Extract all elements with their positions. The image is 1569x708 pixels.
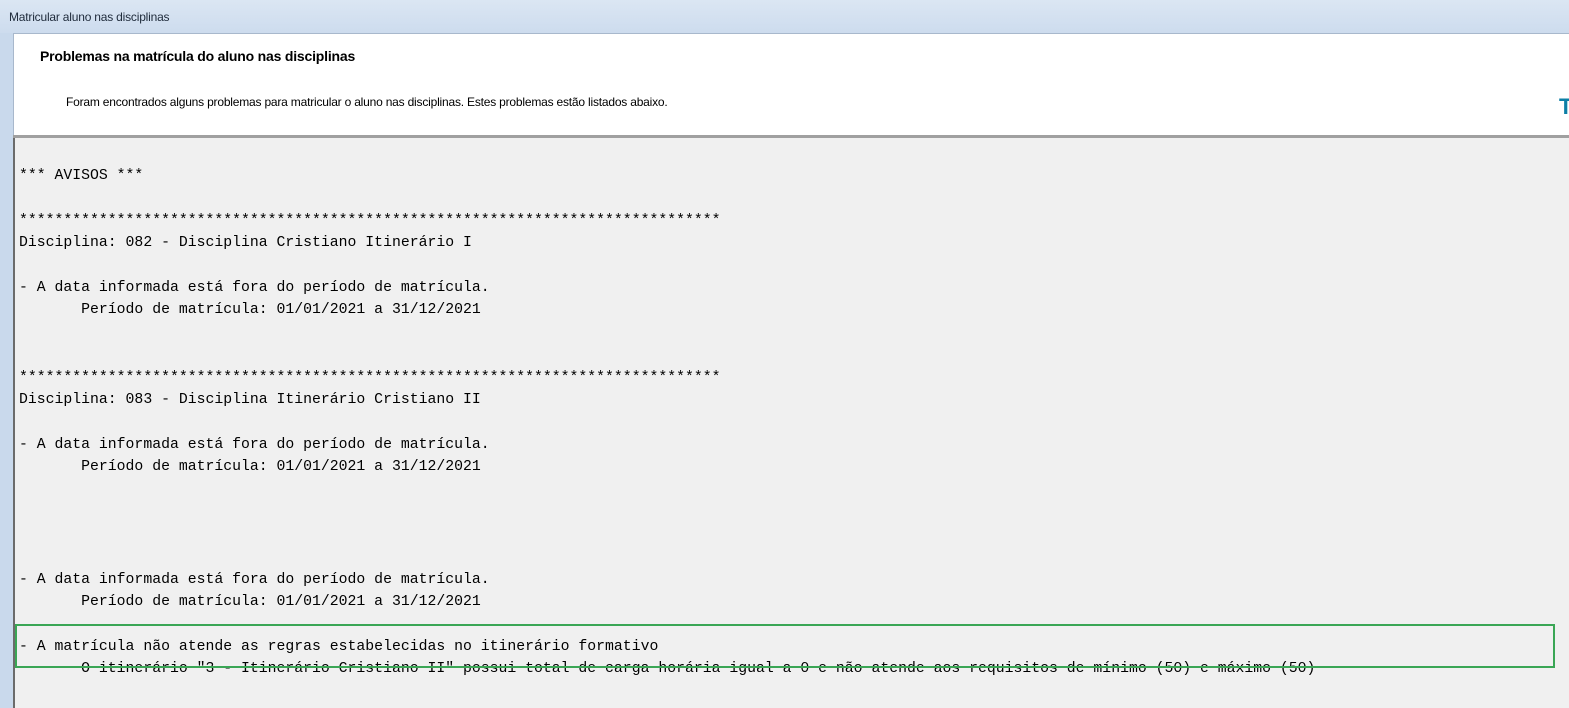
discipline-line: Disciplina: 082 - Disciplina Cristiano I… [19,235,472,251]
warning-line: - A data informada está fora do período … [19,280,490,296]
wizard-header: Problemas na matrícula do aluno nas disc… [13,33,1569,135]
warning-line: - A data informada está fora do período … [19,437,490,453]
discipline-line: Disciplina: 083 - Disciplina Itinerário … [19,392,481,408]
window-title: Matricular aluno nas disciplinas [9,10,170,24]
window-frame-left [0,33,13,708]
header-logo-icon: T [1559,96,1569,118]
title-bar[interactable]: Matricular aluno nas disciplinas [0,0,1569,33]
report-heading: *** AVISOS *** [19,168,144,184]
header-description: Foram encontrados alguns problemas para … [66,95,668,109]
dialog-window: Matricular aluno nas disciplinas Problem… [0,0,1569,708]
highlight-annotation-box [15,624,1555,668]
header-title: Problemas na matrícula do aluno nas disc… [40,48,356,64]
report-separator: ****************************************… [19,370,721,386]
report-separator: ****************************************… [19,213,721,229]
period-line: Período de matrícula: 01/01/2021 a 31/12… [19,302,481,318]
period-line: Período de matrícula: 01/01/2021 a 31/12… [19,594,481,610]
problems-report-textarea[interactable]: *** AVISOS *** *************************… [13,138,1569,708]
period-line: Período de matrícula: 01/01/2021 a 31/12… [19,459,481,475]
warning-line: - A data informada está fora do período … [19,572,490,588]
